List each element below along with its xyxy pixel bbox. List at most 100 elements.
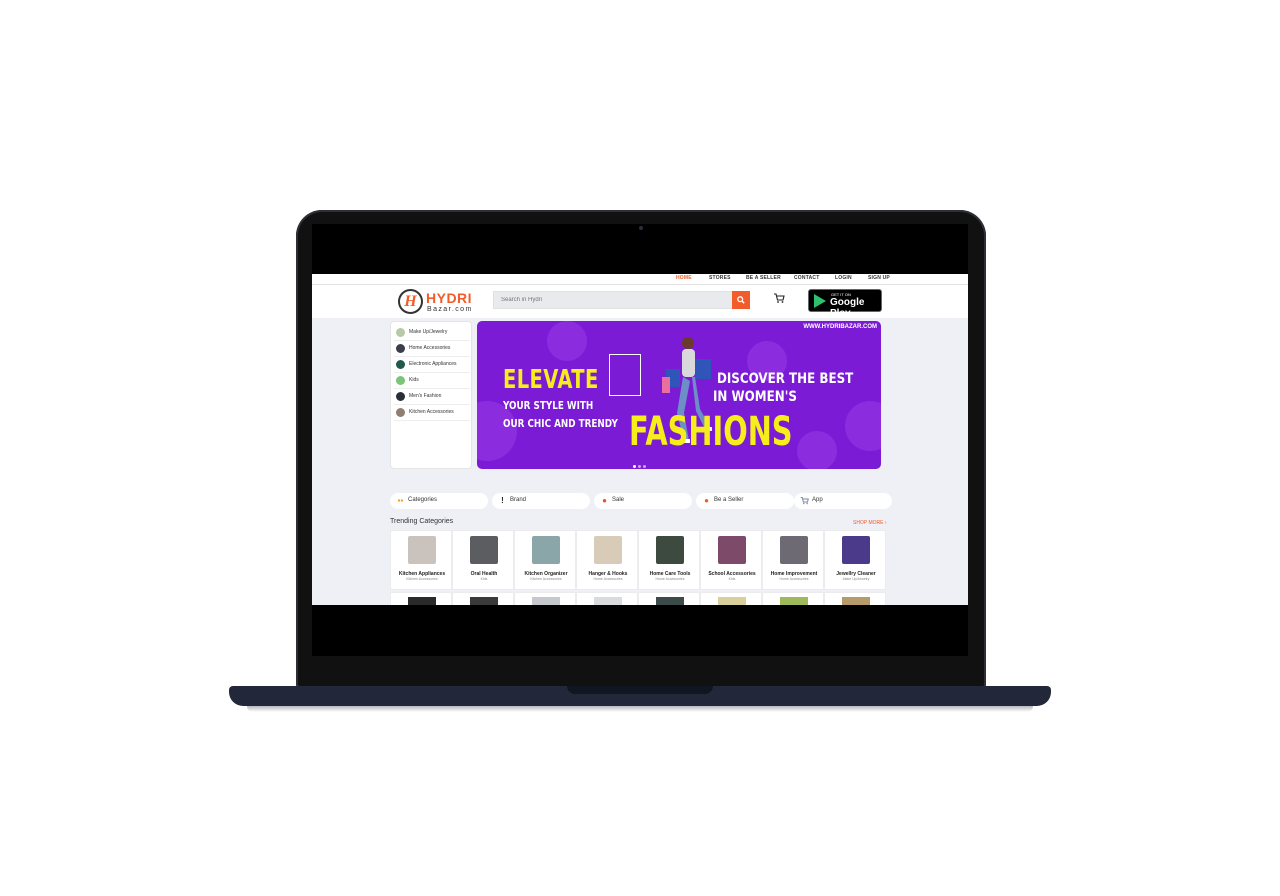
banner-women: IN WOMEN'S xyxy=(713,389,797,405)
pill-label: App xyxy=(812,497,823,503)
sidebar-item-home-accessories[interactable]: Home Accessories xyxy=(394,341,470,357)
cart-button[interactable] xyxy=(773,292,787,306)
carousel-dots xyxy=(633,455,648,469)
pill-app[interactable]: App xyxy=(794,493,892,509)
sidebar-item-mens-fashion[interactable]: Men's Fashion xyxy=(394,389,470,405)
category-thumb xyxy=(396,328,405,337)
category-sub: Home Accessories xyxy=(593,577,623,581)
sidebar-item-label: Men's Fashion xyxy=(409,393,442,399)
search-icon xyxy=(737,296,745,304)
category-card[interactable]: Home Care Tools Home Accessories xyxy=(638,530,700,590)
sidebar-item-label: Home Accessories xyxy=(409,345,451,351)
sidebar-item-label: Electronic Appliances xyxy=(409,361,457,367)
pill-categories[interactable]: ▪▪ Categories xyxy=(390,493,488,509)
brand-icon: ! xyxy=(501,496,504,505)
category-image xyxy=(532,597,560,605)
category-image xyxy=(594,597,622,605)
category-image xyxy=(718,536,746,564)
category-sub: Kitchen Accessories xyxy=(530,577,562,581)
hero-banner[interactable]: WWW.HYDRIBAZAR.COM ELEVATE YOUR STYLE WI… xyxy=(477,321,881,469)
search-button[interactable] xyxy=(732,291,750,309)
banner-headline: ELEVATE xyxy=(503,365,599,395)
sidebar-item-label: Kids xyxy=(409,377,419,383)
category-card[interactable]: Kitchen Appliances Kitchen Accessories xyxy=(390,530,452,590)
category-card[interactable]: Oral Health Kids xyxy=(452,530,514,590)
category-card[interactable] xyxy=(762,592,824,605)
shop-more-link[interactable]: SHOP MORE › xyxy=(853,520,887,526)
carousel-dot[interactable] xyxy=(638,465,641,468)
banner-website: WWW.HYDRIBAZAR.COM xyxy=(803,324,877,330)
top-nav: HOME STORES BE A SELLER CONTACT LOGIN SI… xyxy=(312,274,968,285)
banner-fashions: FASHIONS xyxy=(629,409,793,455)
category-image xyxy=(408,536,436,564)
category-thumb xyxy=(396,376,405,385)
category-image xyxy=(532,536,560,564)
laptop-shadow xyxy=(247,706,1033,712)
nav-home[interactable]: HOME xyxy=(676,275,692,281)
pill-label: Brand xyxy=(510,497,527,503)
cart-icon xyxy=(774,293,785,303)
carousel-dot[interactable] xyxy=(643,465,646,468)
nav-sign-up[interactable]: SIGN UP xyxy=(868,275,890,281)
nav-stores[interactable]: STORES xyxy=(709,275,731,281)
logo-mark: H xyxy=(398,289,423,314)
search-box xyxy=(493,291,750,309)
category-image xyxy=(656,597,684,605)
trending-title: Trending Categories xyxy=(390,518,454,525)
laptop-screen: HOME STORES BE A SELLER CONTACT LOGIN SI… xyxy=(312,224,968,656)
category-card[interactable] xyxy=(576,592,638,605)
seller-icon: ● xyxy=(704,496,709,505)
category-thumb xyxy=(396,408,405,417)
category-card[interactable] xyxy=(700,592,762,605)
category-card[interactable] xyxy=(638,592,700,605)
category-card[interactable] xyxy=(824,592,886,605)
logo-sub: Bazar.com xyxy=(427,306,473,313)
category-card[interactable]: Kitchen Organizer Kitchen Accessories xyxy=(514,530,576,590)
category-thumb xyxy=(396,392,405,401)
category-thumb xyxy=(396,344,405,353)
category-image xyxy=(718,597,746,605)
sidebar-item-electronic-appliances[interactable]: Electronic Appliances xyxy=(394,357,470,373)
category-card[interactable] xyxy=(390,592,452,605)
nav-be-a-seller[interactable]: BE A SELLER xyxy=(746,275,781,281)
category-sidebar: Make Up/Jewelry Home Accessories Electro… xyxy=(390,321,472,469)
category-sub: Home Accessories xyxy=(779,577,809,581)
sidebar-item-makeup-jewelry[interactable]: Make Up/Jewelry xyxy=(394,325,470,341)
category-card[interactable] xyxy=(452,592,514,605)
category-image xyxy=(842,536,870,564)
pill-sale[interactable]: ● Sale xyxy=(594,493,692,509)
sidebar-item-kitchen-accessories[interactable]: Kitchen Accessories xyxy=(394,405,470,421)
sidebar-item-kids[interactable]: Kids xyxy=(394,373,470,389)
category-image xyxy=(594,536,622,564)
category-card[interactable]: Jewellry Cleaner Make Up/Jewelry xyxy=(824,530,886,590)
trending-grid: Kitchen Appliances Kitchen Accessories O… xyxy=(390,530,890,605)
category-card[interactable]: Home Improvement Home Accessories xyxy=(762,530,824,590)
sidebar-item-label: Make Up/Jewelry xyxy=(409,329,448,335)
quick-links: ▪▪ Categories ! Brand ● Sale ● Be a Sell… xyxy=(390,493,892,509)
site-logo[interactable]: H HYDRI Bazar.com xyxy=(398,289,483,316)
category-image xyxy=(780,597,808,605)
cart-icon xyxy=(800,496,809,505)
sidebar-item-label: Kitchen Accessories xyxy=(409,409,454,415)
banner-bubble xyxy=(845,401,881,451)
category-image xyxy=(408,597,436,605)
google-play-button[interactable]: GET IT ON Google Play xyxy=(808,289,882,319)
category-sub: Home Accessories xyxy=(655,577,685,581)
search-input[interactable] xyxy=(494,292,732,308)
pill-brand[interactable]: ! Brand xyxy=(492,493,590,509)
category-image xyxy=(842,597,870,605)
carousel-dot[interactable] xyxy=(633,465,636,468)
nav-login[interactable]: LOGIN xyxy=(835,275,852,281)
category-image xyxy=(470,536,498,564)
laptop-base-lip xyxy=(567,686,713,694)
pill-be-a-seller[interactable]: ● Be a Seller xyxy=(696,493,794,509)
site-header: H HYDRI Bazar.com Search in Hydri GET IT… xyxy=(312,285,968,319)
logo-name: HYDRI xyxy=(426,290,473,306)
banner-discover: DISCOVER THE BEST xyxy=(717,371,854,387)
nav-contact[interactable]: CONTACT xyxy=(794,275,819,281)
category-card[interactable] xyxy=(514,592,576,605)
pill-label: Categories xyxy=(408,497,438,503)
category-sub: Kids xyxy=(480,577,488,581)
category-card[interactable]: Hanger & Hooks Home Accessories xyxy=(576,530,638,590)
category-card[interactable]: School Accessories Kids xyxy=(700,530,762,590)
